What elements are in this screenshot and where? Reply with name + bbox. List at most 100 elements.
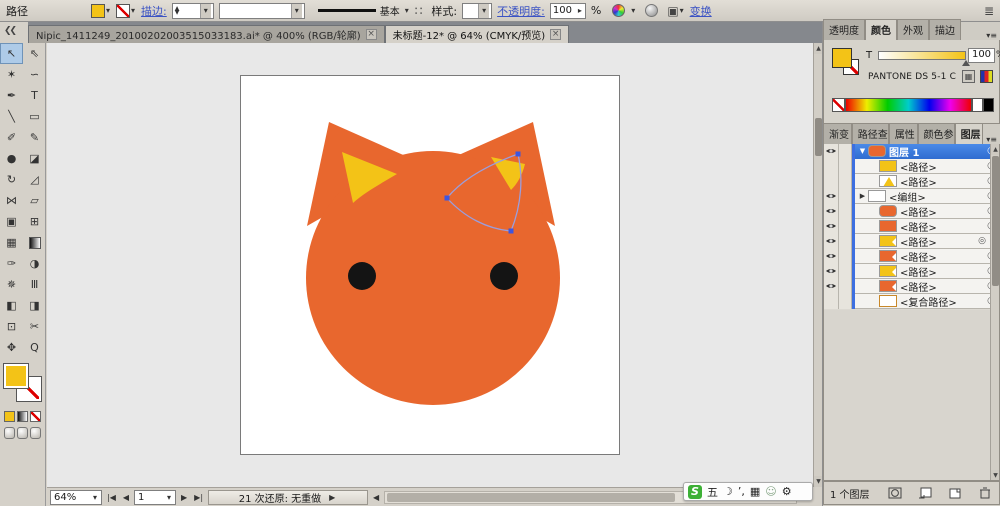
- settings-wrench-icon[interactable]: ⚙: [782, 485, 792, 498]
- path-name[interactable]: <路径>: [900, 219, 983, 234]
- zoom-level-select[interactable]: 64% ▾: [50, 490, 102, 505]
- visibility-eye-icon[interactable]: [824, 249, 839, 264]
- visibility-eye-icon[interactable]: [824, 204, 839, 219]
- path-thumbnail[interactable]: [879, 250, 897, 262]
- visibility-eye-icon[interactable]: [824, 294, 839, 309]
- path-name[interactable]: <路径>: [900, 264, 983, 279]
- selection-tool[interactable]: ↖: [0, 43, 23, 64]
- path-name[interactable]: <路径>: [900, 234, 974, 249]
- visibility-eye-icon[interactable]: [824, 279, 839, 294]
- disclosure-triangle-icon[interactable]: ▼: [857, 147, 868, 155]
- lock-toggle[interactable]: [839, 219, 852, 234]
- layer-row[interactable]: <路径> ○: [824, 174, 999, 189]
- spectrum-white-swatch[interactable]: [972, 98, 983, 112]
- stroke-color-swatch[interactable]: ▾: [116, 4, 136, 18]
- document-setup-icon[interactable]: [645, 4, 658, 17]
- path-name[interactable]: <路径>: [900, 159, 983, 174]
- vertical-scrollbar[interactable]: ▲ ▼: [813, 43, 822, 487]
- new-sublayer-button[interactable]: [917, 487, 933, 500]
- shape-builder-tool[interactable]: ▣: [0, 211, 23, 232]
- layer-row-selected[interactable]: <路径> ◎: [824, 234, 999, 249]
- lock-toggle[interactable]: [839, 264, 852, 279]
- pen-tool[interactable]: ✒: [0, 85, 23, 106]
- disclosure-triangle-icon[interactable]: ▶: [857, 192, 868, 200]
- status-readout[interactable]: 21 次还原: 无重做 ▶: [208, 490, 368, 505]
- style-select[interactable]: ▾: [462, 3, 492, 19]
- stepper-icon[interactable]: ▲▼: [175, 7, 180, 15]
- slice-tool[interactable]: ✂: [23, 316, 46, 337]
- path-thumbnail[interactable]: [879, 220, 897, 232]
- layer-row[interactable]: <路径> ○: [824, 219, 999, 234]
- width-tool[interactable]: ⋈: [0, 190, 23, 211]
- draw-inside-button[interactable]: [30, 427, 41, 439]
- tint-value-input[interactable]: 100: [968, 48, 995, 63]
- stroke-weight-input[interactable]: ▲▼ ▾: [172, 3, 214, 19]
- fill-indicator[interactable]: [4, 364, 28, 388]
- pencil-tool[interactable]: ✎: [23, 127, 46, 148]
- spectrum-none-swatch[interactable]: [832, 98, 845, 112]
- right-eye-shape[interactable]: [490, 262, 518, 290]
- blend-tool[interactable]: ◑: [23, 253, 46, 274]
- scroll-up-icon[interactable]: ▲: [991, 144, 1000, 155]
- wubi-mode-icon[interactable]: 五: [707, 484, 718, 500]
- path-thumbnail[interactable]: [879, 205, 897, 217]
- next-artboard-button[interactable]: ▶: [179, 493, 189, 502]
- lock-toggle[interactable]: [839, 204, 852, 219]
- layer-row[interactable]: <路径> ○: [824, 249, 999, 264]
- anchor-point[interactable]: [509, 229, 514, 234]
- lock-toggle[interactable]: [839, 174, 852, 189]
- path-name[interactable]: <路径>: [900, 249, 983, 264]
- path-thumbnail[interactable]: [879, 160, 897, 172]
- brushes-panel-icon[interactable]: ∷: [415, 4, 423, 18]
- tab-color-guide[interactable]: 颜色参: [918, 123, 955, 144]
- magic-wand-tool[interactable]: ✶: [0, 64, 23, 85]
- document-tab[interactable]: Nipic_1411249_20100202003515033183.ai* @…: [28, 25, 385, 43]
- transform-panel-link[interactable]: 变换: [690, 3, 712, 19]
- eraser-tool[interactable]: ◪: [23, 148, 46, 169]
- rectangle-tool[interactable]: ▭: [23, 106, 46, 127]
- free-transform-tool[interactable]: ▱: [23, 190, 46, 211]
- control-panel-menu-icon[interactable]: ≣: [984, 4, 994, 18]
- scrollbar-thumb[interactable]: [387, 493, 674, 502]
- visibility-eye-icon[interactable]: [824, 159, 839, 174]
- artboard-number-select[interactable]: 1 ▾: [134, 490, 176, 505]
- type-tool[interactable]: T: [23, 85, 46, 106]
- account-icon[interactable]: ☺: [765, 485, 776, 498]
- draw-behind-button[interactable]: [17, 427, 28, 439]
- path-thumbnail[interactable]: [879, 175, 897, 187]
- visibility-eye-icon[interactable]: [824, 144, 839, 159]
- layers-scrollbar[interactable]: ▲ ▼: [990, 144, 999, 481]
- cat-head-shape[interactable]: [306, 151, 560, 405]
- anchor-point[interactable]: [516, 152, 521, 157]
- panel-menu-icon[interactable]: ▾≡: [983, 31, 1000, 40]
- lock-toggle[interactable]: [839, 234, 852, 249]
- compound-path-thumbnail[interactable]: [879, 295, 897, 307]
- path-name[interactable]: <路径>: [900, 204, 983, 219]
- tab-color[interactable]: 颜色: [865, 19, 897, 40]
- spectrum-black-swatch[interactable]: [983, 98, 994, 112]
- layer-row[interactable]: <路径> ○: [824, 279, 999, 294]
- width-profile-select[interactable]: ▾: [219, 3, 305, 19]
- column-graph-tool[interactable]: Ⅲ: [23, 274, 46, 295]
- lock-toggle[interactable]: [839, 294, 852, 309]
- make-clipping-mask-button[interactable]: [887, 487, 903, 500]
- rotate-tool[interactable]: ↻: [0, 169, 23, 190]
- collapse-panels-icon[interactable]: ❮❮: [4, 26, 15, 36]
- align-options[interactable]: ▣ ▾: [667, 4, 684, 18]
- layer-thumbnail[interactable]: [868, 145, 886, 157]
- close-icon[interactable]: ×: [550, 29, 561, 40]
- compound-path-name[interactable]: <复合路径>: [900, 294, 983, 309]
- brush-definition-select[interactable]: 基本 ▾: [318, 3, 410, 18]
- visibility-eye-icon[interactable]: [824, 234, 839, 249]
- artboard[interactable]: [240, 75, 620, 455]
- lock-toggle[interactable]: [839, 189, 852, 204]
- opacity-input[interactable]: 100 ▸: [550, 3, 586, 19]
- tab-gradient[interactable]: 渐变: [823, 123, 852, 144]
- anchor-point[interactable]: [445, 196, 450, 201]
- group-name[interactable]: <编组>: [889, 189, 983, 204]
- visibility-eye-icon[interactable]: [824, 219, 839, 234]
- scrollbar-thumb[interactable]: [815, 118, 822, 156]
- artboard-tool[interactable]: ⊡: [0, 316, 23, 337]
- eyedropper-tool[interactable]: ✑: [0, 253, 23, 274]
- none-mode-button[interactable]: [30, 411, 41, 422]
